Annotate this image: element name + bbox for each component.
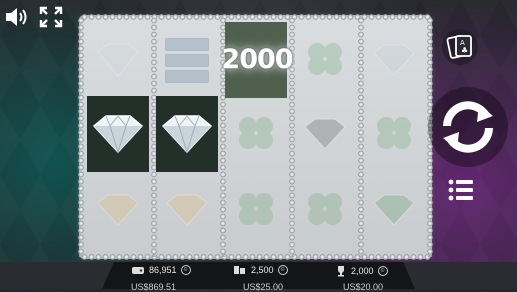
green-diamond-icon (373, 194, 415, 226)
symbol-cell (87, 172, 149, 248)
win-money: US$20.00 (343, 282, 384, 292)
win-coins: 2,000 (351, 266, 374, 276)
win-amount-text: 2000 (221, 44, 293, 75)
fullscreen-button[interactable] (38, 5, 64, 29)
coin-icon: © (180, 265, 191, 275)
reel-5 (363, 22, 425, 252)
bet-coins: 2,500 (251, 265, 274, 275)
symbol-cell (225, 96, 287, 172)
fullscreen-icon (39, 6, 63, 28)
gold-diamond-icon (97, 194, 139, 226)
bet-display[interactable]: 2,500 © US$25.00 (233, 265, 288, 292)
spin-button[interactable] (427, 86, 509, 168)
bet-money: US$25.00 (243, 282, 284, 292)
symbol-cell (363, 96, 425, 172)
dark-diamond-icon (304, 118, 346, 150)
frame-studs-left (78, 17, 84, 257)
clover-icon (308, 193, 342, 225)
frame-studs-bottom (81, 254, 430, 260)
reel-2 (156, 22, 218, 252)
symbol-cell-winning (156, 96, 218, 172)
trophy-icon (338, 266, 344, 277)
balance-display: 86,951 © US$869.51 (131, 265, 191, 292)
win-display: 2,000 © US$20.00 (335, 265, 388, 292)
diamond-icon (161, 115, 213, 154)
menu-icon (448, 179, 473, 201)
diamond-icon (92, 115, 144, 154)
clover-icon (239, 193, 273, 225)
symbol-cell (294, 96, 356, 172)
symbol-cell (87, 22, 149, 98)
coin-stack-icon (234, 266, 245, 274)
symbol-cell (225, 172, 287, 248)
playing-cards-icon: A ♣ (442, 29, 478, 65)
wallet-icon (132, 267, 144, 274)
frame-studs-top (81, 14, 430, 20)
coin-icon: © (377, 266, 388, 276)
coin-icon: © (277, 265, 288, 275)
reel-1 (87, 22, 149, 252)
bonus-icon (165, 37, 209, 83)
clover-icon (239, 117, 273, 149)
balance-money: US$869.51 (131, 282, 177, 292)
gold-diamond-icon (166, 194, 208, 226)
speaker-icon (6, 8, 27, 26)
symbol-cell (294, 172, 356, 248)
paytable-button[interactable]: A ♣ (441, 28, 479, 66)
symbol-cell (294, 22, 356, 98)
diamond-icon (97, 43, 139, 77)
symbol-cell (363, 22, 425, 98)
symbol-cell (156, 172, 218, 248)
diamond-icon (373, 44, 415, 76)
clover-icon (308, 43, 342, 75)
clover-icon (377, 117, 411, 149)
menu-button[interactable] (445, 176, 477, 204)
svg-text:♣: ♣ (461, 46, 468, 55)
symbol-cell (363, 172, 425, 248)
reel-4 (294, 22, 356, 252)
balance-coins: 86,951 (149, 265, 177, 275)
symbol-cell (156, 22, 218, 98)
sound-icon[interactable] (4, 5, 30, 29)
symbol-cell-winning (87, 96, 149, 172)
spin-arrows-icon (428, 87, 508, 167)
